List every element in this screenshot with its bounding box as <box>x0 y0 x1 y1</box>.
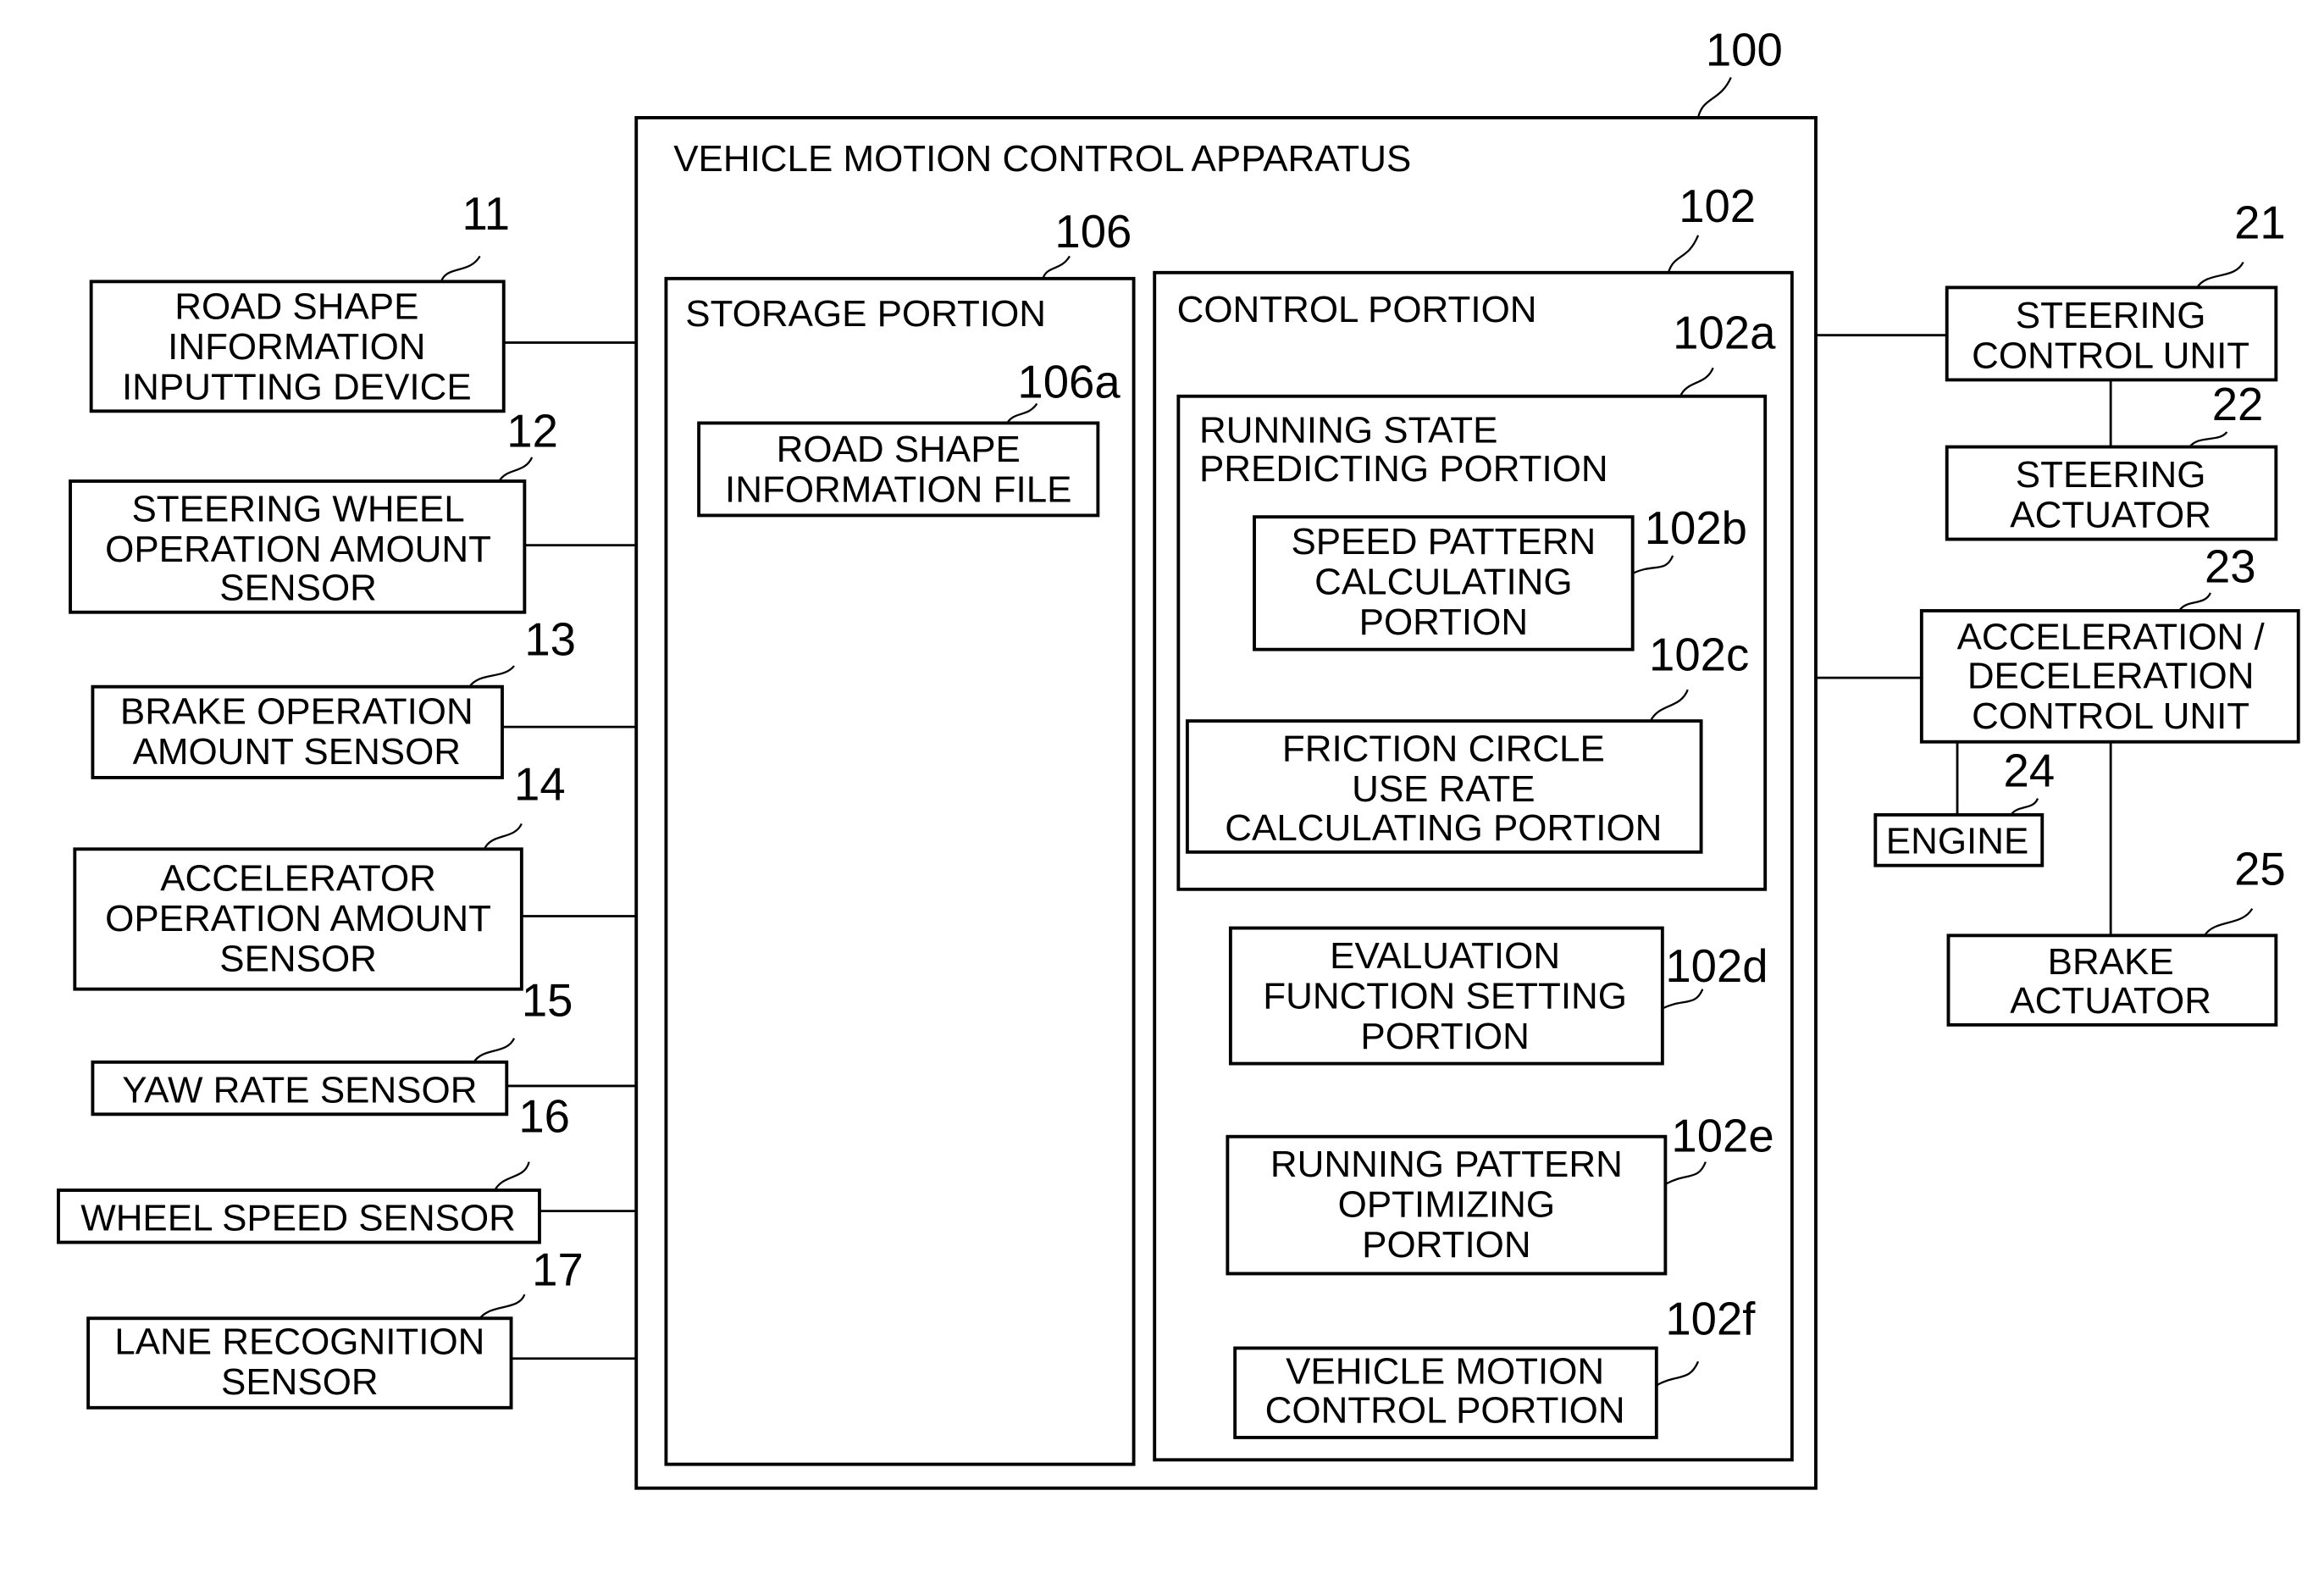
input-14-ref: 14 <box>514 758 566 810</box>
input-17-line-2: SENSOR <box>221 1361 379 1403</box>
evaluation-line-3: PORTION <box>1360 1016 1529 1057</box>
output-22-line-2: ACTUATOR <box>2010 495 2211 536</box>
input-13-leader <box>468 665 515 688</box>
road-shape-information-inputting-device: ROAD SHAPE INFORMATION INPUTTING DEVICE … <box>89 188 637 413</box>
output-devices: STEERING CONTROL UNIT 21 STEERING ACTUAT… <box>1815 197 2300 1027</box>
input-12-line-2: OPERATION AMOUNT <box>105 529 491 570</box>
optimizing-ref: 102e <box>1671 1110 1773 1161</box>
steering-control-unit: STEERING CONTROL UNIT 21 <box>1815 197 2286 382</box>
steering-wheel-operation-amount-sensor: STEERING WHEEL OPERATION AMOUNT SENSOR 1… <box>69 406 637 614</box>
block-diagram: VEHICLE MOTION CONTROL APPARATUS 100 STO… <box>57 24 2300 1490</box>
input-16-line-1: WHEEL SPEED SENSOR <box>80 1198 516 1239</box>
output-25-line-2: ACTUATOR <box>2010 980 2211 1022</box>
apparatus-leader <box>1696 76 1732 119</box>
control-portion: CONTROL PORTION 102 RUNNING STATE PREDIC… <box>1153 180 1794 1462</box>
output-24-ref: 24 <box>2004 745 2056 796</box>
apparatus-title: VEHICLE MOTION CONTROL APPARATUS <box>673 138 1411 180</box>
friction-circle-ref: 102c <box>1649 629 1749 680</box>
running-state-line-1: RUNNING STATE <box>1199 409 1497 451</box>
running-state-ref: 102a <box>1673 307 1776 358</box>
input-11-line-1: ROAD SHAPE <box>174 285 418 327</box>
input-12-leader <box>498 457 534 482</box>
output-22-leader <box>2188 431 2228 448</box>
input-12-line-3: SENSOR <box>219 568 377 609</box>
running-state-line-2: PREDICTING PORTION <box>1199 448 1608 490</box>
output-25-line-1: BRAKE <box>2048 941 2174 983</box>
output-23-line-2: DECELERATION <box>1967 655 2255 696</box>
acceleration-deceleration-control-unit: ACCELERATION / DECELERATION CONTROL UNIT… <box>1815 541 2300 744</box>
input-devices: ROAD SHAPE INFORMATION INPUTTING DEVICE … <box>57 188 638 1410</box>
motion-control-line-2: CONTROL PORTION <box>1265 1389 1625 1431</box>
output-21-leader <box>2196 261 2244 289</box>
engine: ENGINE 24 <box>1873 745 2056 867</box>
evaluation-ref: 102d <box>1665 940 1768 992</box>
accelerator-operation-amount-sensor: ACCELERATOR OPERATION AMOUNT SENSOR 14 <box>73 758 637 991</box>
road-shape-file-ref: 106a <box>1017 357 1120 408</box>
output-22-ref: 22 <box>2212 379 2264 430</box>
input-15-line-1: YAW RATE SENSOR <box>122 1069 477 1111</box>
road-shape-file-line-1: ROAD SHAPE <box>777 429 1021 470</box>
output-23-line-3: CONTROL UNIT <box>1972 695 2249 737</box>
output-23-line-1: ACCELERATION / <box>1957 617 2266 658</box>
input-14-line-2: OPERATION AMOUNT <box>105 898 491 939</box>
input-14-line-3: SENSOR <box>219 939 377 980</box>
output-21-line-2: CONTROL UNIT <box>1972 335 2249 376</box>
input-13-line-2: AMOUNT SENSOR <box>133 731 462 773</box>
optimizing-line-3: PORTION <box>1362 1224 1530 1266</box>
speed-pattern-line-1: SPEED PATTERN <box>1291 521 1596 562</box>
optimizing-line-2: OPTIMIZING <box>1338 1184 1555 1226</box>
storage-title: STORAGE PORTION <box>685 293 1046 335</box>
output-25-ref: 25 <box>2234 844 2286 895</box>
evaluation-line-1: EVALUATION <box>1330 935 1560 977</box>
input-16-leader <box>494 1161 530 1191</box>
output-22-line-1: STEERING <box>2016 454 2206 496</box>
input-17-ref: 17 <box>532 1244 584 1296</box>
control-ref: 102 <box>1679 180 1756 232</box>
friction-circle-line-2: USE RATE <box>1352 768 1536 810</box>
motion-control-ref: 102f <box>1665 1294 1756 1345</box>
brake-operation-amount-sensor: BRAKE OPERATION AMOUNT SENSOR 13 <box>91 614 637 779</box>
input-12-line-1: STEERING WHEEL <box>131 488 464 529</box>
input-16-ref: 16 <box>518 1090 570 1142</box>
input-15-ref: 15 <box>522 974 573 1026</box>
output-24-leader <box>2010 798 2039 816</box>
input-14-line-1: ACCELERATOR <box>160 858 436 900</box>
storage-ref: 106 <box>1054 206 1132 258</box>
output-23-ref: 23 <box>2205 541 2256 593</box>
lane-recognition-sensor: LANE RECOGNITION SENSOR 17 <box>86 1244 637 1410</box>
speed-pattern-line-3: PORTION <box>1359 601 1528 643</box>
input-11-line-3: INPUTTING DEVICE <box>122 366 472 407</box>
input-11-line-2: INFORMATION <box>168 326 425 368</box>
control-title: CONTROL PORTION <box>1177 289 1537 330</box>
input-14-leader <box>483 823 523 850</box>
friction-circle-line-1: FRICTION CIRCLE <box>1282 729 1605 770</box>
motion-control-line-1: VEHICLE MOTION <box>1286 1351 1604 1393</box>
evaluation-line-2: FUNCTION SETTING <box>1263 975 1627 1017</box>
output-23-leader <box>2178 592 2212 612</box>
output-25-leader <box>2203 908 2254 937</box>
storage-portion: STORAGE PORTION 106 ROAD SHAPE INFORMATI… <box>664 206 1136 1466</box>
input-11-ref: 11 <box>462 188 511 240</box>
input-17-line-1: LANE RECOGNITION <box>114 1321 484 1362</box>
output-21-ref: 21 <box>2234 197 2286 248</box>
input-17-leader <box>479 1294 526 1320</box>
input-11-leader <box>440 255 481 282</box>
output-21-line-1: STEERING <box>2016 295 2206 336</box>
brake-actuator: BRAKE ACTUATOR 25 <box>1946 844 2286 1027</box>
apparatus-ref: 100 <box>1706 24 1783 75</box>
output-24-line-1: ENGINE <box>1886 821 2029 862</box>
speed-pattern-ref: 102b <box>1645 502 1747 554</box>
road-shape-file-line-2: INFORMATION FILE <box>725 469 1071 511</box>
friction-circle-line-3: CALCULATING PORTION <box>1225 807 1662 849</box>
input-12-ref: 12 <box>506 406 558 457</box>
speed-pattern-line-2: CALCULATING <box>1314 562 1572 603</box>
input-13-ref: 13 <box>524 614 576 666</box>
input-13-line-1: BRAKE OPERATION <box>120 691 473 733</box>
optimizing-line-1: RUNNING PATTERN <box>1270 1144 1623 1185</box>
input-15-leader <box>473 1038 516 1063</box>
